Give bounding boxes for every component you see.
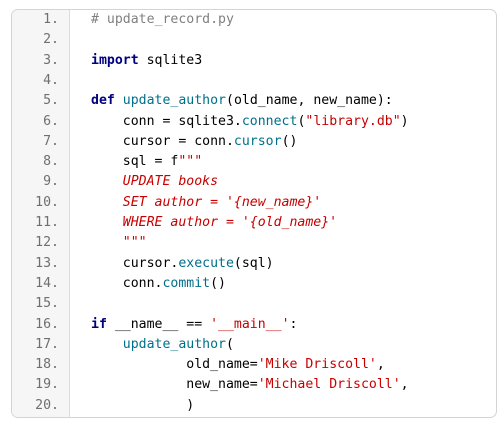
code-line: 2.: [12, 30, 496, 50]
line-code: sql = f""": [91, 152, 202, 172]
line-code: conn = sqlite3.connect("library.db"): [91, 112, 409, 132]
code-token: new_name=: [91, 377, 258, 393]
code-token: ,: [376, 357, 385, 373]
code-token: def: [91, 93, 115, 109]
code-token: connect: [241, 113, 298, 129]
line-number: 17.: [35, 336, 59, 352]
code-line: 9. UPDATE books: [12, 172, 496, 192]
code-token: :: [289, 316, 298, 332]
code-token: conn.: [91, 275, 163, 291]
line-number: 6.: [43, 113, 59, 129]
code-line: 15.: [12, 294, 496, 314]
line-number: 13.: [35, 255, 59, 271]
line-code: import sqlite3: [91, 51, 202, 71]
code-token: cursor: [233, 133, 282, 149]
line-code: # update_record.py: [91, 10, 234, 30]
line-code: conn.commit(): [91, 274, 226, 294]
line-code: """: [91, 233, 147, 253]
code-token: WHERE author = '{old_name}': [91, 215, 338, 230]
line-code: def update_author(old_name, new_name):: [91, 91, 393, 111]
code-token: # update_record.py: [91, 12, 234, 27]
code-token: (old_name, new_name):: [226, 93, 393, 109]
code-line: 4.: [12, 71, 496, 91]
line-number: 7.: [43, 133, 59, 149]
code-line: 16. if __name__ == '__main__':: [12, 315, 496, 335]
line-number: 3.: [43, 52, 59, 68]
code-token: update_author: [122, 93, 226, 109]
code-token: sql = f: [91, 154, 179, 170]
line-code: update_author(: [91, 335, 234, 355]
code-token: (sql): [233, 255, 274, 271]
code-token: old_name=: [91, 357, 258, 373]
line-code: new_name='Michael Driscoll',: [91, 375, 409, 395]
code-token: "library.db": [305, 113, 401, 129]
code-line: 3. import sqlite3: [12, 51, 496, 71]
line-code: if __name__ == '__main__':: [91, 315, 297, 335]
line-code: ): [91, 396, 194, 416]
line-number: 1.: [43, 12, 59, 27]
line-code: old_name='Mike Driscoll',: [91, 355, 385, 375]
code-token: update_author: [122, 336, 226, 352]
code-token: sqlite3: [138, 52, 203, 68]
code-token: cursor.: [91, 255, 179, 271]
code-token: 'Mike Driscoll': [257, 357, 377, 373]
line-number: 14.: [35, 275, 59, 291]
code-token: '__main__': [210, 316, 290, 332]
code-token: """: [178, 154, 203, 170]
line-code: cursor.execute(sql): [91, 254, 274, 274]
code-line: 12. """: [12, 233, 496, 253]
code-token: import: [91, 52, 139, 68]
code-line: 11. WHERE author = '{old_name}': [12, 213, 496, 233]
line-code: cursor = conn.cursor(): [91, 132, 298, 152]
code-line: 14. conn.commit(): [12, 274, 496, 294]
code-line: 1. # update_record.py: [12, 10, 496, 30]
line-number: 15.: [35, 296, 59, 312]
code-token: 'Michael Driscoll': [257, 377, 401, 393]
code-block: 1. # update_record.py 2. 3. import sqlite3 4.…: [11, 9, 497, 418]
code-line: 5. def update_author(old_name, new_name):: [12, 91, 496, 111]
code-token: ): [400, 113, 409, 129]
line-code: SET author = '{new_name}': [91, 193, 322, 213]
code-token: ,: [400, 377, 409, 393]
code-line: 18. old_name='Mike Driscoll',: [12, 355, 496, 375]
line-number: 5.: [43, 93, 59, 109]
code-token: (): [210, 275, 226, 291]
line-number: 11.: [35, 215, 59, 230]
code-token: """: [91, 235, 147, 251]
code-token: __name__ ==: [106, 316, 211, 332]
code-token: execute: [178, 255, 234, 271]
code-token: cursor = conn.: [91, 133, 234, 149]
line-number: 10.: [35, 194, 59, 210]
line-number: 19.: [35, 377, 59, 393]
line-code: UPDATE books: [91, 172, 218, 192]
code-token: SET author = '{new_name}': [91, 194, 322, 210]
code-token: if: [91, 316, 107, 332]
code-line: 20. ): [12, 396, 496, 416]
line-code: WHERE author = '{old_name}': [91, 213, 337, 233]
code-line: 7. cursor = conn.cursor(): [12, 132, 496, 152]
code-line: 8. sql = f""": [12, 152, 496, 172]
code-token: commit: [162, 275, 211, 291]
code-token: conn = sqlite3.: [91, 113, 242, 129]
code-token: (): [281, 133, 298, 149]
line-number: 9.: [43, 174, 59, 190]
code-line: 6. conn = sqlite3.connect("library.db"): [12, 112, 496, 132]
line-number: 18.: [35, 357, 59, 373]
code-token: UPDATE books: [91, 174, 219, 190]
code-line: 13. cursor.execute(sql): [12, 254, 496, 274]
code-line: 10. SET author = '{new_name}': [12, 193, 496, 213]
code-token: ): [91, 397, 195, 413]
line-number: 20.: [35, 397, 59, 413]
code-token: (: [225, 336, 234, 352]
code-line: 17. update_author(: [12, 335, 496, 355]
line-number: 4.: [43, 72, 59, 88]
line-number: 12.: [35, 235, 59, 251]
code-line: 19. new_name='Michael Driscoll',: [12, 375, 496, 395]
line-number: 16.: [35, 316, 59, 332]
line-number: 2.: [43, 32, 59, 48]
line-number: 8.: [43, 154, 59, 170]
